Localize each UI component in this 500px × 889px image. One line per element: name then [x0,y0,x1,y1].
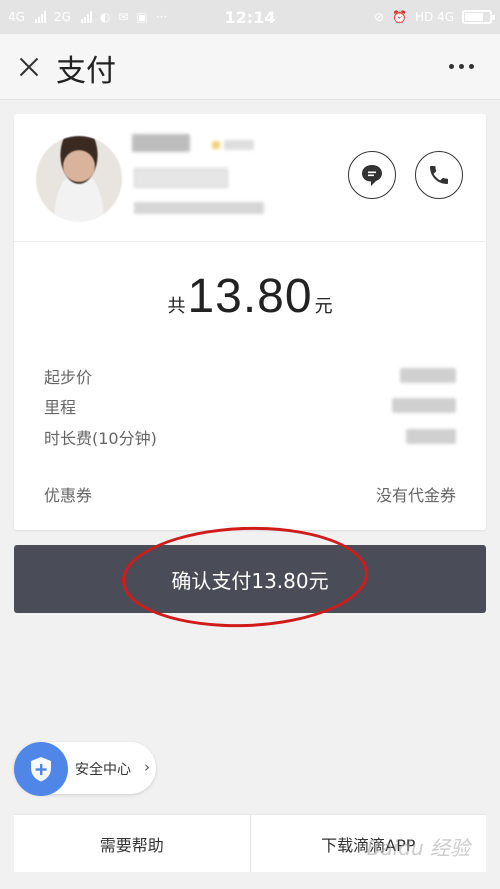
fee-label-base: 起步价 [44,368,93,387]
car-info-redacted [134,202,264,214]
driver-name-redacted [132,134,190,152]
safety-center-label: 安全中心 [75,762,131,778]
bottom-bar: 需要帮助 下载滴滴APP [14,814,486,872]
safety-center-button[interactable]: 安全中心 › [14,742,156,796]
nfc-icon: ⊘ [373,10,385,24]
more-icon[interactable] [449,64,474,69]
total-prefix: 共 [167,296,186,317]
total-amount-value: 13.80 [187,270,313,323]
coupon-value[interactable]: 没有代金券 [376,482,456,506]
page-title: 支付 [56,54,116,89]
help-button[interactable]: 需要帮助 [14,815,250,872]
total-unit: 元 [314,296,333,317]
network-hd-label: HD 4G [414,10,454,24]
alarm-icon: ⏰ [392,10,407,24]
call-button[interactable] [415,151,463,199]
star-icon [212,141,220,149]
battery-icon [462,10,495,24]
message-icon [362,165,382,186]
phone-icon [430,166,448,184]
fee-item-duration: 时长费(10分钟) [44,425,456,449]
fee-label-duration: 时长费(10分钟) [44,429,157,448]
fee-value-redacted [406,429,456,444]
fee-value-redacted [400,368,456,383]
download-app-button[interactable]: 下载滴滴APP [249,815,487,872]
shield-plus-icon [31,757,51,782]
license-plate-redacted [134,168,228,188]
total-amount: 共13.80 元 [14,269,486,324]
driver-score-redacted [224,140,254,150]
fee-item-base: 起步价 [44,364,456,388]
message-button[interactable] [348,151,396,199]
avatar [36,136,122,222]
fee-value-redacted [392,398,456,413]
coupon-row[interactable]: 优惠券 没有代金券 [44,482,456,506]
coupon-label: 优惠券 [44,486,93,505]
status-bar: 4G 2G ◐ ✉ ▣ ··· 12:14 ⊘ ⏰ HD 4G [0,0,500,34]
confirm-pay-button[interactable]: 确认支付13.80元 [14,545,486,613]
fee-item-mileage: 里程 [44,394,456,418]
close-icon[interactable] [14,52,44,82]
chevron-right-icon: › [144,758,150,776]
driver-info [14,114,486,242]
fare-card: 共13.80 元 起步价 里程 时长费(10分钟) 优惠券 没有代金券 [14,114,486,530]
safety-badge [14,742,68,796]
fee-label-mileage: 里程 [44,398,77,417]
title-bar: 支付 [0,34,500,100]
